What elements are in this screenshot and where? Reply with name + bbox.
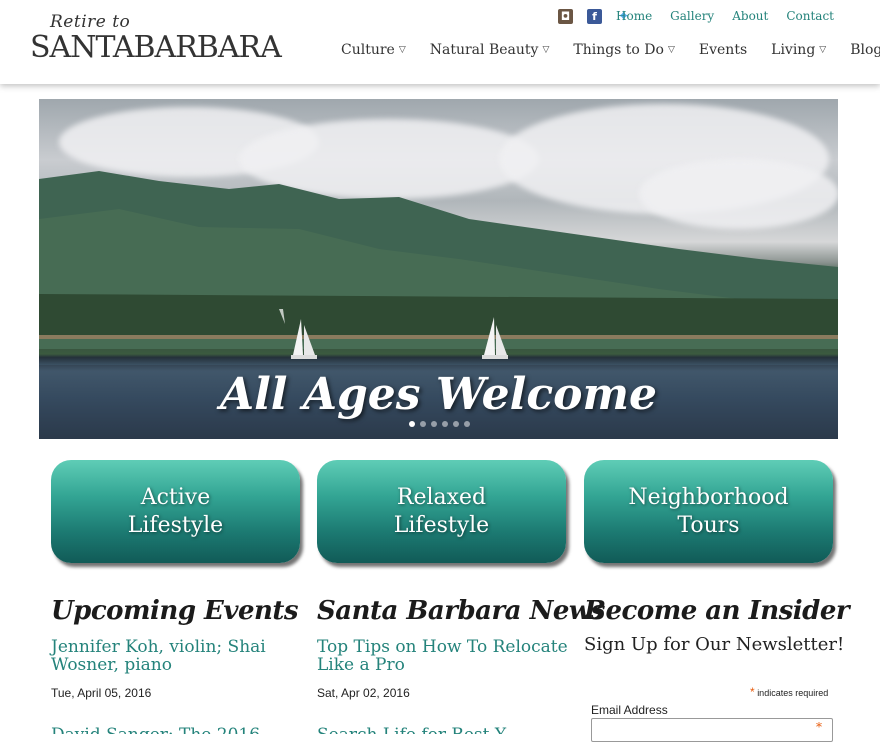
nav-item-blog[interactable]: Blog <box>850 42 880 58</box>
button-label-line: Relaxed <box>396 484 487 510</box>
nav-label: Living <box>771 42 816 58</box>
event-link-next[interactable]: David Sanger: The 2016 <box>51 724 321 734</box>
email-field[interactable] <box>591 718 833 742</box>
newsletter-heading: Become an Insider <box>584 596 850 626</box>
button-label-line: Lifestyle <box>393 512 490 538</box>
slider-dot[interactable] <box>442 421 448 427</box>
news-heading: Santa Barbara News <box>317 596 605 626</box>
news-link[interactable]: Top Tips on How To Relocate Like a Pro <box>317 638 587 674</box>
chevron-down-icon: ▽ <box>398 45 406 55</box>
chevron-down-icon: ▽ <box>667 45 675 55</box>
neighborhood-tours-button[interactable]: Neighborhood Tours <box>584 460 833 563</box>
button-label-line: Tours <box>677 512 740 538</box>
required-asterisk-icon: * <box>750 685 755 699</box>
button-label-line: Lifestyle <box>127 512 224 538</box>
nav-label: Events <box>698 42 748 58</box>
logo-big-text: SANTABARBARA <box>30 30 282 65</box>
sailboat-icon <box>291 319 317 359</box>
news-date: Sat, Apr 02, 2016 <box>317 686 410 700</box>
button-label-line: Neighborhood <box>628 484 789 510</box>
slider-dot[interactable] <box>464 421 470 427</box>
nav-label: Natural Beauty <box>429 42 539 58</box>
nav-item-natural-beauty[interactable]: Natural Beauty ▽ <box>430 42 550 58</box>
slider-dot[interactable] <box>453 421 459 427</box>
required-note-text: indicates required <box>757 688 829 698</box>
chevron-down-icon: ▽ <box>819 45 827 55</box>
hero-slider[interactable]: All Ages Welcome <box>39 99 838 439</box>
news-column: Santa Barbara News Top Tips on How To Re… <box>317 596 605 734</box>
slider-dot[interactable] <box>420 421 426 427</box>
newsletter-subheading: Sign Up for Our Newsletter! <box>584 634 845 655</box>
events-heading: Upcoming Events <box>51 596 299 626</box>
event-date: Tue, April 05, 2016 <box>51 686 152 700</box>
news-link-next[interactable]: Search Life for Best Y <box>317 724 587 734</box>
slider-dots <box>409 421 470 427</box>
relaxed-lifestyle-button[interactable]: Relaxed Lifestyle <box>317 460 566 563</box>
facebook-icon[interactable]: f <box>587 9 602 24</box>
toplink-about[interactable]: About <box>732 9 768 23</box>
toplink-home[interactable]: Home <box>616 9 652 23</box>
newsletter-column: Become an Insider Sign Up for Our Newsle… <box>584 596 854 655</box>
slider-dot[interactable] <box>409 421 415 427</box>
nav-item-culture[interactable]: Culture ▽ <box>341 42 406 58</box>
site-header: Retire to SANTABARBARA ◘ f ✦ Home Galler… <box>0 0 880 84</box>
email-label: Email Address <box>591 703 668 717</box>
toplink-contact[interactable]: Contact <box>786 9 834 23</box>
nav-item-things-to-do[interactable]: Things to Do ▽ <box>573 42 675 58</box>
required-asterisk-icon: * <box>816 720 822 734</box>
site-logo[interactable]: Retire to SANTABARBARA <box>28 12 282 68</box>
nav-label: Culture <box>341 42 395 58</box>
top-links: Home Gallery About Contact <box>616 9 834 23</box>
chevron-down-icon: ▽ <box>542 45 550 55</box>
event-link[interactable]: Jennifer Koh, violin; Shai Wosner, piano <box>51 638 321 674</box>
nav-label: Blog <box>850 42 880 58</box>
button-label-line: Active <box>140 484 211 510</box>
nav-label: Things to Do <box>573 42 664 58</box>
sailboat-icon <box>482 317 508 359</box>
events-column: Upcoming Events Jennifer Koh, violin; Sh… <box>51 596 321 734</box>
nav-item-living[interactable]: Living ▽ <box>771 42 826 58</box>
active-lifestyle-button[interactable]: Active Lifestyle <box>51 460 300 563</box>
toplink-gallery[interactable]: Gallery <box>670 9 714 23</box>
slider-dot[interactable] <box>431 421 437 427</box>
nav-item-events[interactable]: Events <box>699 42 747 58</box>
main-nav: Culture ▽ Natural Beauty ▽ Things to Do … <box>341 42 880 58</box>
required-note: * indicates required <box>750 685 828 699</box>
hero-caption: All Ages Welcome <box>219 369 658 420</box>
logo-small-text: Retire to <box>50 12 131 32</box>
instagram-icon[interactable]: ◘ <box>558 9 573 24</box>
